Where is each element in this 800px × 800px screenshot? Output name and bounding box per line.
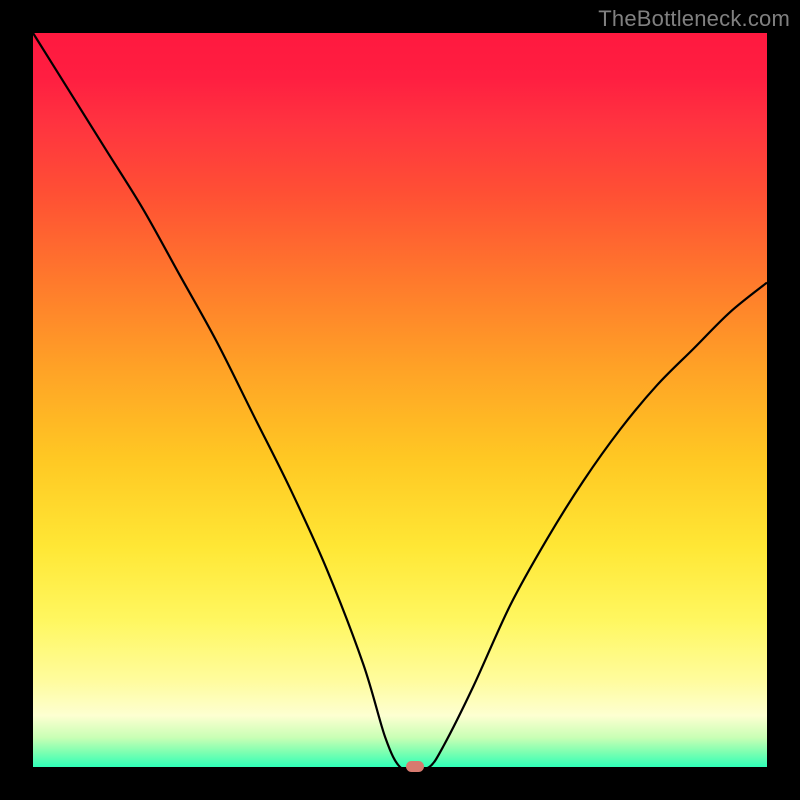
chart-plot-area (33, 33, 767, 767)
chart-frame: TheBottleneck.com (0, 0, 800, 800)
optimal-point-marker (406, 761, 424, 772)
bottleneck-curve (33, 33, 767, 767)
watermark-text: TheBottleneck.com (598, 6, 790, 32)
